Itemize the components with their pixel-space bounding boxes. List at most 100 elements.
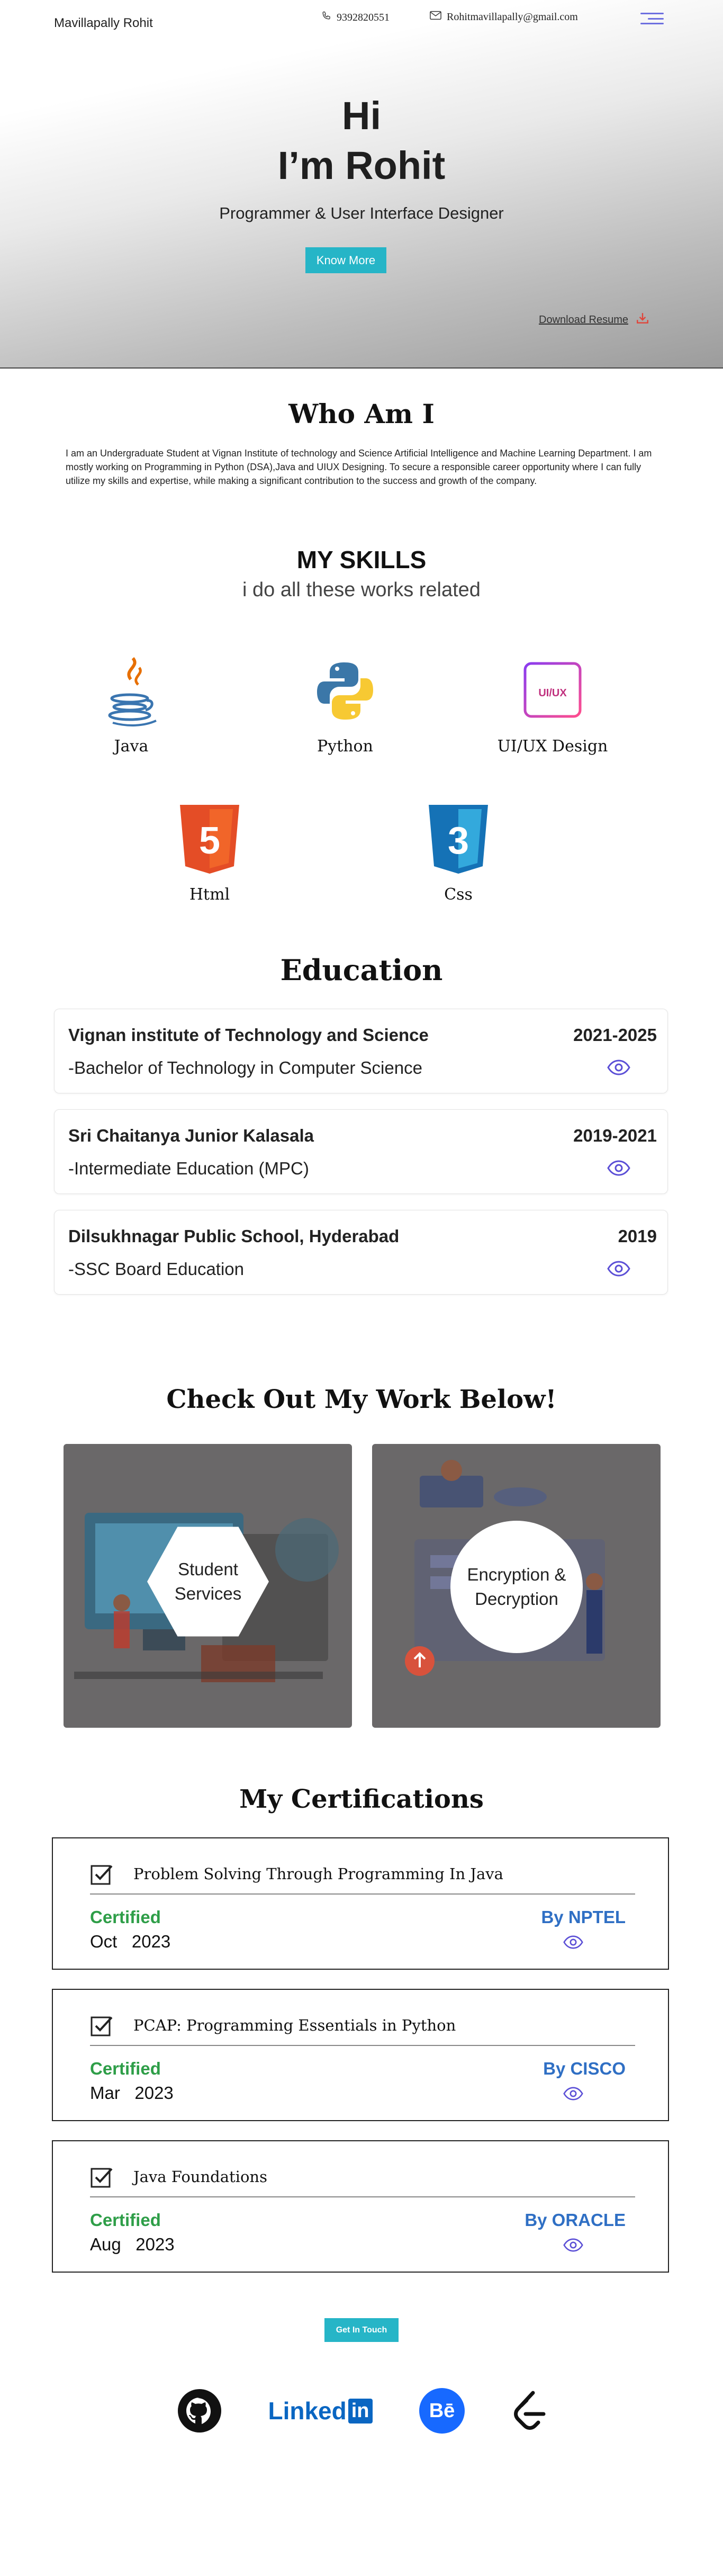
mail-icon xyxy=(430,11,441,23)
cert-month: Mar xyxy=(90,2083,120,2103)
behance-glyph: Bē xyxy=(419,2388,465,2434)
work-label-line: Services xyxy=(174,1584,242,1603)
skill-label: Python xyxy=(317,737,373,756)
eye-icon[interactable] xyxy=(607,1261,630,1279)
skills-title: MY SKILLS xyxy=(296,546,427,573)
download-icon xyxy=(636,311,649,328)
education-card: Sri Chaitanya Junior Kalasala 2019-2021 … xyxy=(54,1109,668,1194)
python-icon xyxy=(276,651,414,731)
get-in-touch-button[interactable]: Get In Touch xyxy=(324,2318,399,2342)
css3-badge: 3 xyxy=(448,820,469,862)
phone-contact[interactable]: 9392820551 xyxy=(321,11,390,24)
education-years: 2021-2025 xyxy=(573,1025,657,1045)
skill-label: UI/UX Design xyxy=(497,737,608,756)
eye-icon[interactable] xyxy=(607,1060,630,1078)
hero-name: I’m Rohit xyxy=(277,143,446,187)
certification-title: PCAP: Programming Essentials in Python xyxy=(133,2016,456,2034)
download-resume-link[interactable]: Download Resume xyxy=(539,311,649,328)
linkedin-badge: in xyxy=(348,2398,373,2424)
html5-badge: 5 xyxy=(199,820,220,862)
certification-card: Java Foundations Certified Aug 2023 By O… xyxy=(52,2140,669,2273)
skill-css: 3 Css xyxy=(390,800,527,904)
work-card-student-services[interactable]: Student Services xyxy=(64,1444,352,1728)
education-years: 2019 xyxy=(618,1226,657,1246)
divider xyxy=(90,2045,635,2046)
education-degree: -SSC Board Education xyxy=(68,1259,245,1279)
email-address: Rohitmavillapally@gmail.com xyxy=(447,11,578,23)
skill-java: Java xyxy=(62,651,200,756)
education-degree: -Bachelor of Technology in Computer Scie… xyxy=(68,1058,422,1078)
education-title: Education xyxy=(280,953,443,987)
checkbox-icon xyxy=(90,1862,114,1889)
linkedin-icon[interactable]: Linked in xyxy=(265,2387,376,2435)
about-text: I am an Undergraduate Student at Vignan … xyxy=(66,448,652,486)
certification-issuer: By CISCO xyxy=(543,2059,626,2078)
hero-role: Programmer & User Interface Designer xyxy=(219,204,504,222)
cert-year: 2023 xyxy=(131,1932,171,1951)
checkbox-icon xyxy=(90,2165,114,2192)
work-card-encryption[interactable]: Encryption & Decryption xyxy=(372,1444,661,1728)
divider xyxy=(90,2196,635,2197)
certified-status: Certified xyxy=(90,1907,161,1927)
education-degree: -Intermediate Education (MPC) xyxy=(68,1159,309,1178)
behance-icon[interactable]: Bē xyxy=(418,2387,466,2435)
html5-icon: 5 xyxy=(141,800,278,879)
certified-status: Certified xyxy=(90,2059,161,2078)
certification-issuer: By NPTEL xyxy=(541,1907,626,1927)
school-name: Dilsukhnagar Public School, Hyderabad xyxy=(68,1226,400,1246)
leetcode-icon[interactable] xyxy=(508,2387,550,2435)
work-label-line: Encryption & xyxy=(467,1565,566,1584)
eye-icon[interactable] xyxy=(563,1935,583,1952)
skill-label: Css xyxy=(444,885,473,904)
phone-number: 9392820551 xyxy=(337,11,390,23)
certification-date: Aug 2023 xyxy=(90,2234,175,2255)
hero-section: Mavillapally Rohit 9392820551 Rohitmavil… xyxy=(0,0,723,369)
skill-html: 5 Html xyxy=(141,800,278,904)
cert-month: Aug xyxy=(90,2234,121,2254)
school-name: Vignan institute of Technology and Scien… xyxy=(68,1025,429,1045)
skills-subtitle: i do all these works related xyxy=(242,579,481,601)
checkbox-icon xyxy=(90,2013,114,2040)
work-label-line: Decryption xyxy=(475,1589,558,1609)
skill-uiux: UI/UX UI/UX Design xyxy=(484,651,621,756)
portfolio-page: Mavillapally Rohit 9392820551 Rohitmavil… xyxy=(0,0,723,2576)
education-card: Dilsukhnagar Public School, Hyderabad 20… xyxy=(54,1210,668,1295)
about-title: Who Am I xyxy=(288,398,435,429)
certification-title: Problem Solving Through Programming In J… xyxy=(133,1865,503,1883)
cert-year: 2023 xyxy=(135,2234,175,2254)
know-more-button[interactable]: Know More xyxy=(305,247,386,273)
certification-card: Problem Solving Through Programming In J… xyxy=(52,1837,669,1970)
divider xyxy=(90,1893,635,1895)
certification-issuer: By ORACLE xyxy=(525,2210,626,2230)
email-contact[interactable]: Rohitmavillapally@gmail.com xyxy=(430,11,578,23)
skill-python: Python xyxy=(276,651,414,756)
skill-label: Java xyxy=(114,737,149,756)
css3-icon: 3 xyxy=(390,800,527,879)
phone-icon xyxy=(321,11,331,24)
certification-title: Java Foundations xyxy=(133,2168,267,2186)
work-title: Check Out My Work Below! xyxy=(166,1385,557,1414)
hero-greeting: Hi xyxy=(342,94,381,138)
eye-icon[interactable] xyxy=(563,2238,583,2255)
java-icon xyxy=(62,651,200,731)
certified-status: Certified xyxy=(90,2210,161,2230)
github-icon[interactable] xyxy=(176,2387,223,2435)
skill-label: Html xyxy=(189,885,230,904)
brand-name[interactable]: Mavillapally Rohit xyxy=(54,16,153,31)
certifications-title: My Certifications xyxy=(239,1784,484,1814)
certification-card: PCAP: Programming Essentials in Python C… xyxy=(52,1989,669,2121)
uiux-badge: UI/UX xyxy=(538,687,567,699)
education-card: Vignan institute of Technology and Scien… xyxy=(54,1009,668,1093)
certification-date: Oct 2023 xyxy=(90,1932,170,1952)
cert-month: Oct xyxy=(90,1932,118,1951)
education-years: 2019-2021 xyxy=(573,1126,657,1145)
work-label-line: Student xyxy=(178,1559,238,1579)
eye-icon[interactable] xyxy=(607,1160,630,1179)
certification-date: Mar 2023 xyxy=(90,2083,174,2103)
eye-icon[interactable] xyxy=(563,2087,583,2103)
school-name: Sri Chaitanya Junior Kalasala xyxy=(68,1126,314,1145)
download-resume-label: Download Resume xyxy=(539,313,628,326)
work-label-encryption: Encryption & Decryption xyxy=(450,1521,583,1653)
uiux-icon: UI/UX xyxy=(484,651,621,731)
hamburger-menu-icon[interactable] xyxy=(640,10,664,28)
